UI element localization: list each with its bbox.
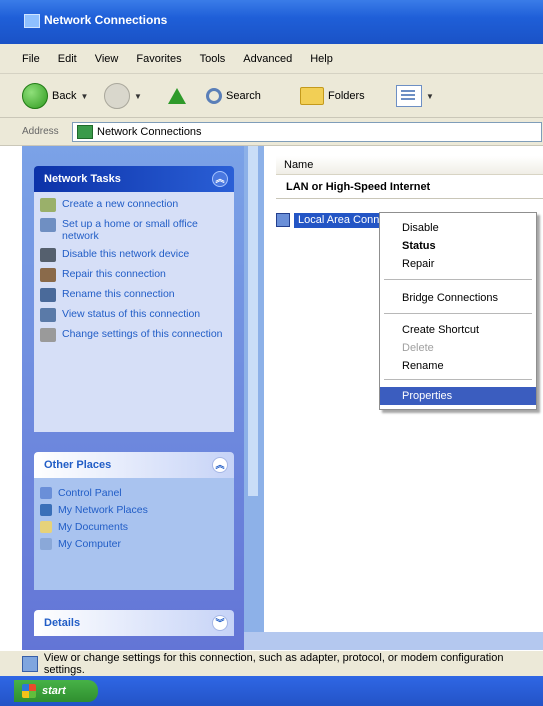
task-pane: Network Tasks ︽ Create a new connection … [22,146,244,650]
menu-file[interactable]: File [22,53,40,65]
back-arrow-icon [22,83,48,109]
menu-item-create-shortcut[interactable]: Create Shortcut [380,321,536,339]
menu-item-repair[interactable]: Repair [380,255,536,273]
address-label: Address [22,126,59,137]
menu-item-rename[interactable]: Rename [380,357,536,375]
chevron-down-icon: ▼ [426,91,434,101]
address-bar: Address Network Connections [0,118,543,146]
network-adapter-icon [276,213,290,227]
details-header[interactable]: Details ︾ [34,610,234,636]
control-panel-icon [40,486,52,499]
search-button[interactable]: Search [206,82,261,110]
menu-separator [384,379,532,380]
horizontal-scrollbar[interactable] [244,632,543,650]
menu-item-properties[interactable]: Properties [380,387,536,405]
task-disable-device[interactable]: Disable this network device [40,248,228,262]
menu-help[interactable]: Help [310,53,333,65]
chevron-down-icon: ▼ [80,91,89,101]
task-home-network[interactable]: Set up a home or small office network [40,218,228,242]
new-connection-icon [40,198,56,212]
settings-icon [40,328,56,342]
group-header: LAN or High-Speed Internet [276,178,543,199]
status-text: View or change settings for this connect… [43,651,504,676]
other-places-panel: Control Panel My Network Places My Docum… [34,478,234,590]
menu-bar: File Edit View Favorites Tools Advanced … [0,44,543,74]
status-info-icon [22,655,38,672]
disable-device-icon [40,248,56,262]
other-places-header[interactable]: Other Places ︽ [34,452,234,478]
column-header-name[interactable]: Name [276,156,543,175]
documents-icon [40,520,52,533]
menu-item-delete: Delete [402,342,434,354]
collapse-chevron-icon[interactable]: ︽ [212,457,228,473]
menu-item-bridge-connections[interactable]: Bridge Connections [380,289,536,307]
windows-logo-icon [22,684,36,698]
network-tasks-header[interactable]: Network Tasks ︽ [34,166,234,192]
status-icon [40,308,56,322]
task-rename-connection[interactable]: Rename this connection [40,288,228,302]
views-icon [396,85,422,107]
place-my-documents[interactable]: My Documents [40,518,228,535]
title-bar: Network Connections [0,0,543,44]
start-button[interactable]: start [14,680,98,702]
collapse-chevron-icon[interactable]: ︽ [212,171,228,187]
menu-advanced[interactable]: Advanced [243,53,292,65]
folder-icon [300,87,324,105]
network-connections-icon [24,14,40,28]
menu-view[interactable]: View [95,53,119,65]
group-divider [276,198,543,199]
network-tasks-panel: Create a new connection Set up a home or… [34,192,234,432]
up-arrow-icon [168,88,186,104]
chevron-down-icon: ▼ [134,91,142,101]
home-network-icon [40,218,56,232]
taskbar: start [0,676,543,706]
folders-button[interactable]: Folders [300,82,365,110]
task-create-connection[interactable]: Create a new connection [40,198,228,212]
menu-separator [384,279,532,280]
address-field[interactable]: Network Connections [72,122,542,142]
menu-favorites[interactable]: Favorites [136,53,181,65]
status-bar: View or change settings for this connect… [0,650,543,676]
up-folder-button[interactable] [168,82,186,110]
menu-item-status[interactable]: Status [380,237,536,255]
forward-button[interactable]: ▼ [104,82,142,110]
menu-tools[interactable]: Tools [200,53,226,65]
computer-icon [40,537,52,550]
context-menu: Disable Status Repair Bridge Connections… [379,212,537,410]
search-icon [206,88,222,104]
place-my-network-places[interactable]: My Network Places [40,501,228,518]
place-control-panel[interactable]: Control Panel [40,484,228,501]
pane-splitter[interactable] [244,146,264,650]
task-view-status[interactable]: View status of this connection [40,308,228,322]
vertical-scrollbar[interactable] [248,146,258,496]
toolbar: Back ▼ ▼ Search Folders ▼ [0,74,543,118]
menu-item-disable[interactable]: Disable [380,219,536,237]
window-title: Network Connections [44,13,168,27]
forward-arrow-icon [104,83,130,109]
task-repair-connection[interactable]: Repair this connection [40,268,228,282]
network-connections-icon [77,125,93,139]
address-value: Network Connections [97,126,202,138]
place-my-computer[interactable]: My Computer [40,535,228,552]
expand-chevron-icon[interactable]: ︾ [212,615,228,631]
rename-icon [40,288,56,302]
menu-edit[interactable]: Edit [58,53,77,65]
task-change-settings[interactable]: Change settings of this connection [40,328,228,342]
menu-separator [384,313,532,314]
back-button[interactable]: Back ▼ [22,82,88,110]
repair-icon [40,268,56,282]
network-places-icon [40,503,52,516]
views-button[interactable]: ▼ [396,82,434,110]
